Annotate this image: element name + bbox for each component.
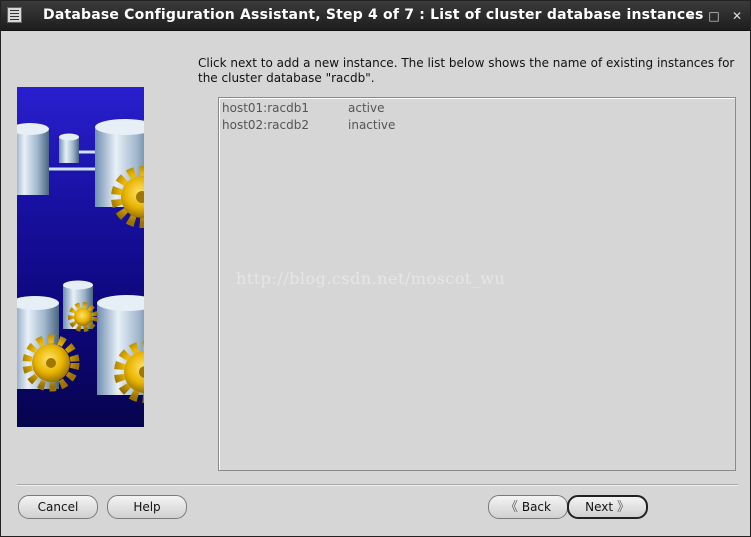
help-button[interactable]: Help xyxy=(107,495,187,519)
next-button[interactable]: Next 》 xyxy=(567,495,648,519)
title-bar[interactable]: Database Configuration Assistant, Step 4… xyxy=(1,1,750,31)
app-menu-icon[interactable] xyxy=(7,7,22,23)
instance-status: active xyxy=(348,101,385,115)
instance-status: inactive xyxy=(348,118,396,132)
instruction-text: Click next to add a new instance. The li… xyxy=(198,56,735,85)
instance-name: host01:racdb1 xyxy=(222,101,309,115)
close-icon[interactable]: ✕ xyxy=(729,8,745,24)
list-item[interactable]: host01:racdb1 active xyxy=(222,101,384,115)
watermark: http://blog.csdn.net/moscot_wu xyxy=(236,269,506,288)
list-item[interactable]: host02:racdb2 inactive xyxy=(222,118,395,132)
instance-name: host02:racdb2 xyxy=(222,118,309,132)
database-cluster-illustration xyxy=(17,87,144,427)
window-title: Database Configuration Assistant, Step 4… xyxy=(43,7,704,23)
divider xyxy=(17,484,738,486)
maximize-icon[interactable]: □ xyxy=(706,8,722,24)
cancel-button[interactable]: Cancel xyxy=(18,495,98,519)
minimize-icon[interactable]: – xyxy=(683,8,699,24)
next-label: Next xyxy=(585,500,614,514)
next-arrow-icon: 》 xyxy=(616,500,630,515)
back-arrow-icon: 《 xyxy=(505,500,519,515)
wizard-content: Click next to add a new instance. The li… xyxy=(2,31,749,536)
dbca-window: Database Configuration Assistant, Step 4… xyxy=(0,0,751,537)
back-label: Back xyxy=(521,500,551,514)
back-button[interactable]: 《 Back xyxy=(488,495,568,519)
